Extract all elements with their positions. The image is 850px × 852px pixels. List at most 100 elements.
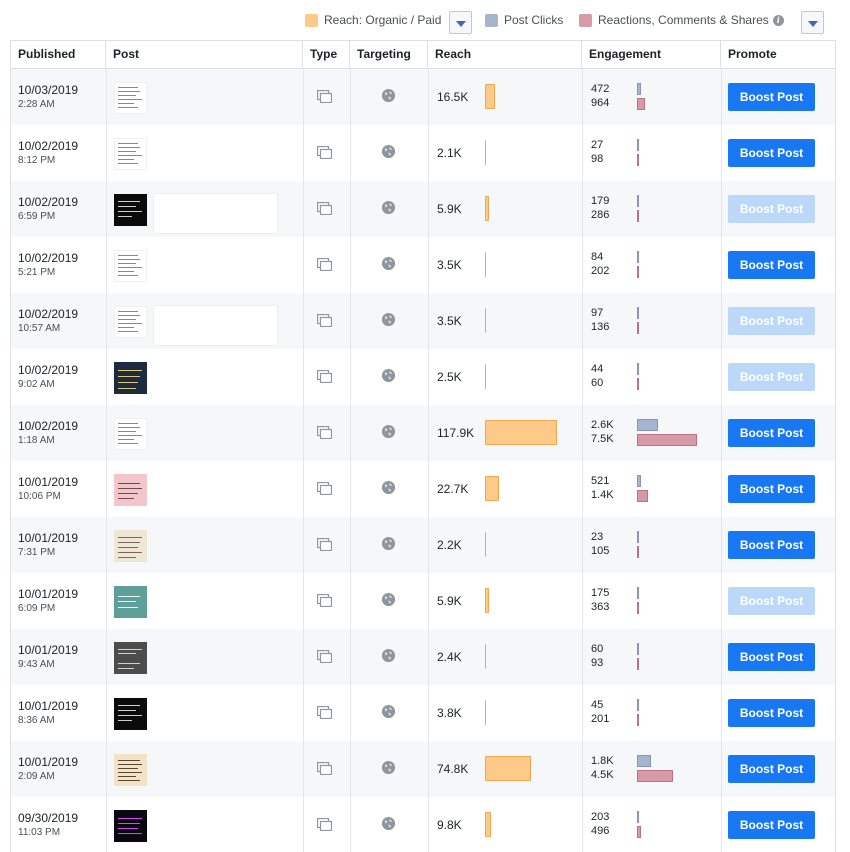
column-divider	[582, 69, 583, 125]
globe-icon	[381, 368, 396, 383]
photo-type-icon	[317, 762, 332, 775]
post-clicks-bar	[637, 195, 639, 207]
published-time: 8:12 PM	[18, 155, 56, 166]
table-row[interactable]: 10/02/2019 9:02 AM 2.5K 44 60 Boost Post	[11, 349, 835, 405]
post-thumbnail[interactable]	[114, 474, 147, 506]
reactions-bar	[637, 490, 648, 502]
table-row[interactable]: 10/01/2019 9:43 AM 2.4K 60 93 Boost Post	[11, 629, 835, 685]
column-divider	[106, 517, 107, 573]
post-thumbnail[interactable]	[114, 82, 147, 114]
post-thumbnail[interactable]	[114, 810, 147, 842]
post-thumbnail[interactable]	[114, 194, 147, 226]
boost-post-button[interactable]: Boost Post	[728, 363, 815, 391]
post-preview[interactable]	[153, 305, 278, 346]
thumbnail-text-line	[118, 493, 138, 494]
globe-icon	[381, 88, 396, 103]
post-thumbnail[interactable]	[114, 754, 147, 786]
column-divider	[428, 461, 429, 517]
col-type[interactable]: Type	[303, 41, 350, 69]
chart-legend: Reach: Organic / Paid Post Clicks Reacti…	[0, 0, 850, 40]
reactions-bar	[637, 322, 639, 334]
reactions-value: 202	[591, 265, 610, 277]
col-promote[interactable]: Promote	[721, 41, 835, 69]
col-targeting[interactable]: Targeting	[350, 41, 428, 69]
table-row[interactable]: 10/02/2019 5:21 PM 3.5K 84 202 Boost Post	[11, 237, 835, 293]
post-thumbnail[interactable]	[114, 642, 147, 674]
boost-post-button[interactable]: Boost Post	[728, 699, 815, 727]
photo-type-icon	[317, 482, 332, 495]
published-date: 10/02/2019	[18, 363, 79, 377]
table-row[interactable]: 10/01/2019 2:09 AM 74.8K 1.8K 4.5K Boost Pos…	[11, 741, 835, 797]
column-divider	[428, 685, 429, 741]
post-thumbnail[interactable]	[114, 698, 147, 730]
table-row[interactable]: 10/02/2019 1:18 AM 117.9K 2.6K 7.5K Boost Po…	[11, 405, 835, 461]
thumbnail-text-line	[118, 653, 136, 654]
published-date: 10/01/2019	[18, 755, 79, 769]
photo-type-icon	[317, 146, 332, 159]
column-divider	[303, 573, 304, 629]
post-clicks-bar	[637, 419, 658, 431]
thumbnail-text-line	[118, 439, 134, 440]
table-row[interactable]: 10/01/2019 7:31 PM 2.2K 23 105 Boost Post	[11, 517, 835, 573]
post-thumbnail[interactable]	[114, 362, 147, 394]
photo-type-icon	[317, 426, 332, 439]
column-divider	[350, 237, 351, 293]
reactions-value: 60	[591, 377, 604, 389]
col-reach[interactable]: Reach	[428, 41, 582, 69]
reactions-bar	[637, 714, 639, 726]
published-date: 10/01/2019	[18, 643, 79, 657]
post-clicks-value: 60	[591, 643, 604, 655]
table-row[interactable]: 10/02/2019 10:57 AM 3.5K 97 136 Boost Post	[11, 293, 835, 349]
post-thumbnail[interactable]	[114, 250, 147, 282]
post-thumbnail[interactable]	[114, 306, 147, 338]
published-time: 6:59 PM	[18, 211, 56, 222]
boost-post-button[interactable]: Boost Post	[728, 251, 815, 279]
published-time: 10:06 PM	[18, 491, 61, 502]
thumbnail-text-line	[118, 388, 136, 389]
table-row[interactable]: 09/30/2019 11:03 PM 9.8K 203 496 Boost Post	[11, 797, 835, 852]
table-row[interactable]: 10/01/2019 10:06 PM 22.7K 521 1.4K Boost Pos…	[11, 461, 835, 517]
table-row[interactable]: 10/02/2019 6:59 PM 5.9K 179 286 Boost Post	[11, 181, 835, 237]
post-clicks-bar	[637, 811, 639, 823]
post-thumbnail[interactable]	[114, 530, 147, 562]
boost-post-button[interactable]: Boost Post	[728, 419, 815, 447]
boost-post-button[interactable]: Boost Post	[728, 587, 815, 615]
table-row[interactable]: 10/03/2019 2:28 AM 16.5K 472 964 Boost Post	[11, 69, 835, 125]
boost-post-button[interactable]: Boost Post	[728, 475, 815, 503]
boost-post-button[interactable]: Boost Post	[728, 307, 815, 335]
column-divider	[428, 741, 429, 797]
post-thumbnail[interactable]	[114, 138, 147, 170]
post-preview[interactable]	[153, 193, 278, 234]
thumbnail-text-line	[118, 764, 142, 765]
boost-post-button[interactable]: Boost Post	[728, 643, 815, 671]
boost-post-button[interactable]: Boost Post	[728, 139, 815, 167]
reach-value: 2.5K	[437, 370, 462, 384]
reach-bar	[485, 532, 487, 557]
col-post[interactable]: Post	[106, 41, 303, 69]
engagement-metric-dropdown[interactable]	[801, 11, 824, 34]
boost-post-button[interactable]: Boost Post	[728, 83, 815, 111]
column-divider	[582, 573, 583, 629]
post-thumbnail[interactable]	[114, 418, 147, 450]
reactions-value: 1.4K	[591, 489, 614, 501]
column-divider	[106, 237, 107, 293]
col-engagement[interactable]: Engagement	[582, 41, 721, 69]
table-row[interactable]: 10/02/2019 8:12 PM 2.1K 27 98 Boost Post	[11, 125, 835, 181]
legend-reactions: Reactions, Comments & Shares i	[579, 12, 784, 28]
reactions-bar	[637, 546, 639, 558]
table-row[interactable]: 10/01/2019 6:09 PM 5.9K 175 363 Boost Post	[11, 573, 835, 629]
boost-post-button[interactable]: Boost Post	[728, 195, 815, 223]
column-divider	[721, 517, 722, 573]
column-divider	[721, 69, 722, 125]
reach-metric-dropdown[interactable]	[449, 11, 472, 34]
table-row[interactable]: 10/01/2019 8:36 AM 3.8K 45 201 Boost Post	[11, 685, 835, 741]
column-divider	[721, 461, 722, 517]
post-thumbnail[interactable]	[114, 586, 147, 618]
column-divider	[582, 461, 583, 517]
boost-post-button[interactable]: Boost Post	[728, 755, 815, 783]
col-published[interactable]: Published	[11, 41, 106, 69]
reach-value: 3.5K	[437, 258, 462, 272]
boost-post-button[interactable]: Boost Post	[728, 531, 815, 559]
boost-post-button[interactable]: Boost Post	[728, 811, 815, 839]
info-icon[interactable]: i	[772, 14, 784, 26]
